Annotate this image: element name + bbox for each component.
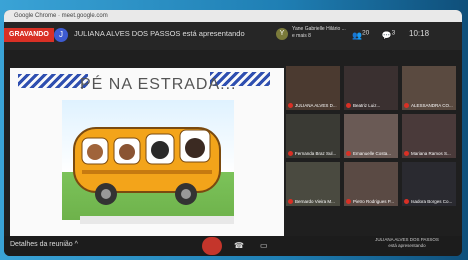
bus-illustration (62, 100, 234, 220)
presenting-indicator[interactable]: JULIANA ALVES DOS PASSOS está apresentan… (372, 237, 442, 249)
slide-title: PÉ NA ESTRADA... (80, 76, 237, 93)
people-summary: Yane Gabrielle Hilário ... e mais 8 (292, 26, 346, 39)
screen-share-bar (80, 216, 234, 224)
presentation-slide: PÉ NA ESTRADA... (10, 68, 284, 238)
muted-mic-icon (404, 199, 409, 204)
participant-tile[interactable]: Beatriz Luiz... (344, 66, 398, 110)
participant-tile[interactable]: Bernardo Vieira M... (286, 162, 340, 206)
participant-grid: JULIANA ALVES D... Beatriz Luiz... ALESS… (286, 66, 458, 246)
meet-top-bar: GRAVANDO J JULIANA ALVES DOS PASSOS está… (4, 22, 462, 50)
muted-mic-icon (346, 199, 351, 204)
meet-window: Google Chrome · meet.google.com GRAVANDO… (4, 10, 462, 256)
participants-icon[interactable]: 👥20 (352, 29, 369, 40)
presenting-banner: JULIANA ALVES DOS PASSOS está apresentan… (74, 29, 245, 38)
meeting-details-toggle[interactable]: Detalhes da reunião ^ (10, 241, 78, 248)
muted-mic-icon (404, 103, 409, 108)
meeting-time: 10:18 (409, 29, 430, 38)
participant-tile[interactable]: Emanuelle Costa... (344, 114, 398, 158)
participant-tile[interactable]: Mariana Ramos S... (402, 114, 456, 158)
mic-toggle-button[interactable] (202, 237, 222, 255)
chat-icon[interactable]: 💬3 (382, 29, 396, 40)
camera-icon[interactable]: ▭ (260, 241, 268, 250)
slide-stripes-left (18, 74, 88, 88)
meet-bottom-bar: Detalhes da reunião ^ ☎ ▭ JULIANA ALVES … (4, 236, 462, 256)
muted-mic-icon (288, 151, 293, 156)
presenter-avatar: J (54, 28, 68, 42)
school-bus-icon (73, 127, 221, 205)
muted-mic-icon (346, 103, 351, 108)
recording-badge: GRAVANDO (4, 28, 54, 42)
muted-mic-icon (288, 199, 293, 204)
muted-mic-icon (288, 103, 293, 108)
hangup-icon[interactable]: ☎ (234, 241, 244, 250)
browser-tab-bar: Google Chrome · meet.google.com (4, 10, 462, 22)
participant-tile[interactable]: Pietro Rodrigues P... (344, 162, 398, 206)
participant-tile[interactable]: JULIANA ALVES D... (286, 66, 340, 110)
participant-tile[interactable]: Fernanda Braz Sul... (286, 114, 340, 158)
participant-tile[interactable]: Isadora Borges Co... (402, 162, 456, 206)
people-avatar[interactable]: Y (276, 28, 288, 40)
muted-mic-icon (346, 151, 351, 156)
muted-mic-icon (404, 151, 409, 156)
participant-tile[interactable]: ALESSANDRA CO... (402, 66, 456, 110)
